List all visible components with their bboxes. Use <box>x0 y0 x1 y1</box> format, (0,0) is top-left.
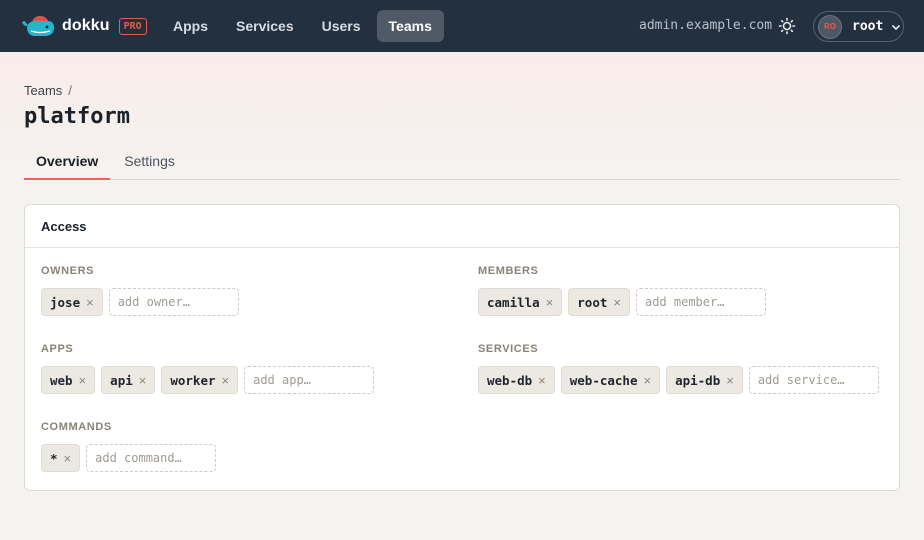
chip-label: camilla <box>487 294 540 310</box>
app-chip: api × <box>101 366 156 394</box>
commands-label: COMMANDS <box>41 421 112 433</box>
member-chip: camilla × <box>478 288 563 316</box>
service-chip: api-db × <box>666 366 743 394</box>
main-nav: Apps Services Users Teams <box>161 10 448 42</box>
add-app-input[interactable] <box>244 366 375 394</box>
chip-label: api <box>110 372 133 388</box>
user-name: root <box>852 19 884 34</box>
breadcrumb-teams-link[interactable]: Teams <box>24 83 62 98</box>
tab-bar: Overview Settings <box>24 144 900 180</box>
access-card: Access OWNERS jose × MEMBERS camilla × r… <box>24 204 900 491</box>
owners-section: OWNERS jose × <box>41 265 239 316</box>
chevron-down-icon <box>892 24 901 30</box>
remove-icon[interactable]: × <box>86 295 94 310</box>
app-chip: web × <box>41 366 96 394</box>
chip-label: worker <box>170 372 216 388</box>
add-member-input[interactable] <box>635 288 766 316</box>
brand-name: dokku <box>62 17 110 34</box>
top-navbar: dokku PRO Apps Services Users Teams admi… <box>0 0 924 52</box>
remove-icon[interactable]: × <box>538 373 546 388</box>
remove-icon[interactable]: × <box>726 373 734 388</box>
remove-icon[interactable]: × <box>79 373 87 388</box>
remove-icon[interactable]: × <box>613 295 621 310</box>
nav-apps[interactable]: Apps <box>161 10 220 42</box>
card-title: Access <box>25 205 899 248</box>
add-service-input[interactable] <box>748 366 879 394</box>
breadcrumb: Teams / <box>24 83 72 98</box>
remove-icon[interactable]: × <box>139 373 147 388</box>
nav-services[interactable]: Services <box>224 10 306 42</box>
nav-teams[interactable]: Teams <box>376 10 444 42</box>
tab-settings[interactable]: Settings <box>112 144 187 180</box>
remove-icon[interactable]: × <box>222 373 230 388</box>
page-title: platform <box>24 104 130 129</box>
chip-label: * <box>50 450 58 466</box>
services-section: SERVICES web-db × web-cache × api-db × <box>478 343 879 394</box>
apps-section: APPS web × api × worker × <box>41 343 375 394</box>
add-command-input[interactable] <box>86 444 217 472</box>
command-chip: * × <box>41 444 81 472</box>
service-chip: web-db × <box>478 366 555 394</box>
nav-users[interactable]: Users <box>310 10 373 42</box>
remove-icon[interactable]: × <box>546 295 554 310</box>
remove-icon[interactable]: × <box>643 373 651 388</box>
chip-label: web <box>50 372 73 388</box>
whale-logo-icon <box>22 16 54 36</box>
service-chip: web-cache × <box>560 366 661 394</box>
add-owner-input[interactable] <box>108 288 239 316</box>
brand[interactable]: dokku PRO <box>20 13 147 39</box>
avatar: RO <box>818 14 842 39</box>
services-label: SERVICES <box>478 343 539 355</box>
app-chip: worker × <box>161 366 239 394</box>
user-menu-button[interactable]: RO root <box>813 11 904 42</box>
chip-label: web-cache <box>569 372 638 388</box>
breadcrumb-separator: / <box>68 83 72 98</box>
apps-label: APPS <box>41 343 74 355</box>
chip-label: root <box>577 294 608 310</box>
tab-overview[interactable]: Overview <box>24 144 111 180</box>
chip-label: web-db <box>487 372 533 388</box>
owners-label: OWNERS <box>41 265 95 277</box>
member-chip: root × <box>568 288 630 316</box>
remove-icon[interactable]: × <box>64 451 72 466</box>
pro-badge: PRO <box>118 17 147 35</box>
members-label: MEMBERS <box>478 265 539 277</box>
sun-icon[interactable] <box>778 17 796 35</box>
commands-section: COMMANDS * × <box>41 421 217 472</box>
chip-label: api-db <box>675 372 721 388</box>
owner-chip: jose × <box>41 288 103 316</box>
members-section: MEMBERS camilla × root × <box>478 265 766 316</box>
chip-label: jose <box>50 294 81 310</box>
host-name: admin.example.com <box>639 18 773 33</box>
